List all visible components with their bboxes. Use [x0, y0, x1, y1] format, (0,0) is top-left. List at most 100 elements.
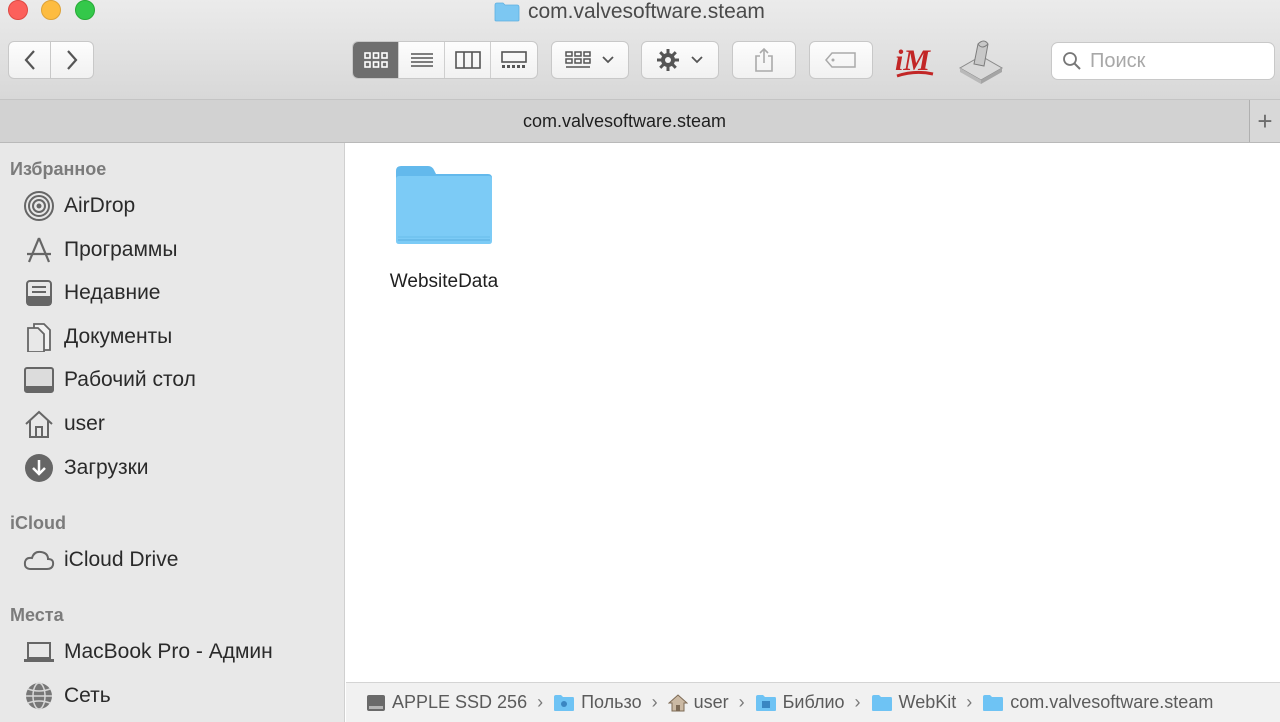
share-button[interactable] [732, 41, 796, 79]
path-crumb-home[interactable]: user › [667, 692, 749, 713]
view-mode-selector [352, 41, 538, 79]
applications-icon [22, 233, 56, 267]
sidebar-item-macbook[interactable]: MacBook Pro - Админ [22, 634, 273, 670]
column-view-button[interactable] [445, 42, 491, 78]
tab-title-label: com.valvesoftware.steam [522, 110, 727, 131]
tags-button[interactable] [809, 41, 873, 79]
tab-bar: com.valvesoftware.steam + [0, 100, 1280, 143]
group-icon [565, 51, 591, 68]
home-icon [667, 693, 688, 711]
search-field[interactable] [1051, 42, 1275, 80]
chevron-right-icon [67, 50, 78, 70]
toolbar: com.valvesoftware.steam iM Поиск [0, 0, 1280, 100]
path-crumb-library[interactable]: Библио › [755, 692, 865, 713]
window-title: com.valvesoftware.steam [494, 0, 765, 24]
new-tab-button[interactable]: + [1249, 100, 1280, 142]
path-separator: › [651, 692, 658, 712]
action-menu-button[interactable] [641, 41, 719, 79]
back-button[interactable] [8, 41, 51, 79]
minimize-window-button[interactable] [41, 0, 61, 20]
cloud-icon [22, 543, 56, 577]
path-crumb-drive[interactable]: APPLE SSD 256 › [366, 692, 547, 713]
sidebar-item-label: Программы [64, 238, 178, 261]
path-separator: › [966, 692, 973, 712]
forward-button[interactable] [51, 41, 94, 79]
sidebar-section-icloud: iCloud [10, 513, 66, 533]
airdrop-icon [22, 189, 56, 223]
library-folder-icon [755, 694, 776, 711]
path-separator: › [854, 692, 861, 712]
finder-window: com.valvesoftware.steam iM Поиск com.val… [0, 0, 1280, 722]
desktop-icon [22, 363, 56, 397]
path-crumb-label: WebKit [898, 692, 957, 712]
folder-name: WebsiteData [389, 271, 499, 292]
gear-icon [657, 49, 679, 71]
gallery-view-icon [501, 51, 527, 68]
sidebar-item-label: Рабочий стол [64, 368, 196, 391]
recents-icon [22, 276, 56, 310]
sidebar-section-places: Места [10, 605, 64, 625]
search-icon [1063, 52, 1081, 70]
sidebar-item-documents[interactable]: Документы [22, 319, 172, 355]
sidebar-item-recents[interactable]: Недавние [22, 275, 160, 311]
share-icon [755, 47, 773, 72]
icon-view-icon [363, 52, 388, 68]
path-crumb-label: com.valvesoftware.steam [1010, 692, 1214, 712]
sidebar-section-favorites: Избранное [10, 159, 107, 179]
close-window-button[interactable] [8, 0, 28, 20]
tag-icon [825, 52, 856, 68]
icon-view-button[interactable] [353, 42, 399, 78]
path-crumb-label: Библио [782, 692, 845, 712]
sidebar-item-applications[interactable]: Программы [22, 232, 177, 268]
users-folder-icon [554, 694, 575, 711]
chevron-left-icon [24, 50, 35, 70]
sidebar-item-icloud-drive[interactable]: iCloud Drive [22, 542, 178, 578]
home-icon [22, 407, 56, 441]
tab-current[interactable]: com.valvesoftware.steam [0, 100, 1249, 142]
sidebar-item-label: Сеть [64, 684, 111, 707]
sidebar-item-desktop[interactable]: Рабочий стол [22, 362, 196, 398]
sidebar-item-label: iCloud Drive [64, 548, 179, 571]
sidebar-item-label: user [64, 412, 105, 435]
chevron-down-icon [602, 56, 614, 64]
path-crumb-label: Пользо [581, 692, 642, 712]
sidebar-item-label: Загрузки [64, 456, 149, 479]
list-view-button[interactable] [399, 42, 445, 78]
folder-icon [983, 694, 1004, 711]
path-crumb-webkit[interactable]: WebKit › [871, 692, 977, 713]
path-crumb-current[interactable]: com.valvesoftware.steam [982, 692, 1213, 713]
sidebar-item-label: Недавние [64, 281, 161, 304]
im-app-icon[interactable]: iM [893, 40, 937, 82]
window-title-text: com.valvesoftware.steam [528, 0, 765, 23]
folder-item[interactable]: WebsiteData [376, 163, 512, 293]
column-view-icon [454, 51, 481, 69]
sidebar: Избранное AirDrop Программы Недавние Док… [0, 143, 345, 722]
gallery-view-button[interactable] [491, 42, 537, 78]
path-crumb-users[interactable]: Пользо › [553, 692, 662, 713]
file-browser-content: WebsiteData [346, 143, 1280, 682]
folder-icon [396, 166, 492, 244]
zoom-window-button[interactable] [75, 0, 95, 20]
sidebar-item-downloads[interactable]: Загрузки [22, 450, 149, 486]
laptop-icon [22, 635, 56, 669]
sidebar-item-label: AirDrop [64, 194, 136, 217]
list-view-icon [410, 53, 433, 67]
documents-icon [22, 320, 56, 354]
sidebar-item-label: Документы [64, 325, 173, 348]
path-bar: APPLE SSD 256 › Пользо › user › Библио ›… [346, 682, 1280, 722]
path-separator: › [738, 692, 745, 712]
sidebar-item-home[interactable]: user [22, 406, 105, 442]
sidebar-item-airdrop[interactable]: AirDrop [22, 188, 135, 224]
drive-icon [367, 694, 385, 711]
folder-icon [494, 2, 520, 22]
network-icon [22, 679, 56, 713]
chevron-down-icon [691, 56, 703, 64]
search-input[interactable] [1090, 49, 1260, 73]
folder-icon [871, 694, 892, 711]
downloads-icon [22, 451, 56, 485]
installer-tool-icon[interactable] [956, 36, 1006, 86]
sidebar-item-label: MacBook Pro - Админ [64, 640, 273, 663]
group-by-button[interactable] [551, 41, 629, 79]
sidebar-item-network[interactable]: Сеть [22, 678, 111, 714]
path-crumb-label: user [693, 692, 729, 712]
